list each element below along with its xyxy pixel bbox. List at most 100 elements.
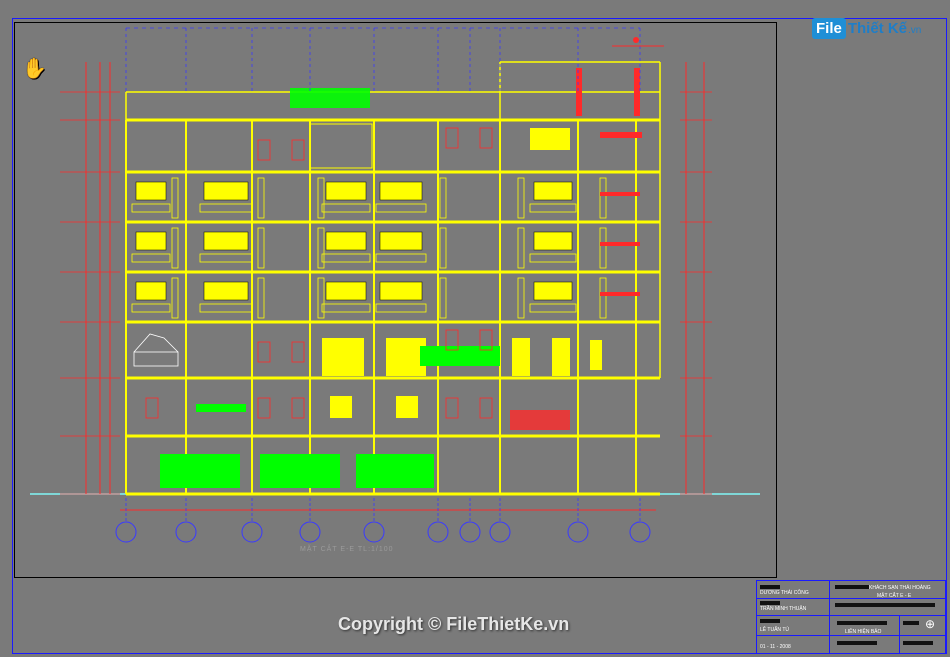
brand-logo: File Thiết Kế .vn [812,14,921,42]
furniture [321,203,371,213]
hatch-block [290,88,370,108]
room-panel [530,128,570,150]
window [291,341,305,363]
grid-bubble [299,521,321,543]
furniture [131,253,171,263]
room-panel [379,181,423,201]
hatch-block [260,454,340,488]
room-panel [396,396,418,418]
window [479,397,493,419]
door-frame [171,277,179,319]
room-panel [533,281,573,301]
room-panel [322,338,364,376]
hatch-block [356,454,434,488]
level-marker [633,37,639,43]
room-panel [379,231,423,251]
furniture [375,253,427,263]
window [257,397,271,419]
door-frame [439,177,447,219]
door-frame [171,177,179,219]
house-sketch [133,351,179,367]
copyright-watermark: Copyright © FileThietKe.vn [338,614,570,634]
beam-red [600,192,640,196]
door-frame [599,177,607,219]
column-red [576,68,582,116]
door-frame [439,277,447,319]
designer-1: DƯƠNG THÁI CÔNG [760,590,809,596]
furniture [199,203,253,213]
beam-red [600,242,640,246]
door-frame [439,227,447,269]
door-frame [599,277,607,319]
window [257,341,271,363]
grid-bubble [175,521,197,543]
room-panel [325,181,367,201]
furniture [199,303,253,313]
beam-red [600,132,642,138]
landscape-block [510,410,570,430]
room-panel [590,340,602,370]
room-panel [135,281,167,301]
sheet-title: MẶT CẮT E - E [877,593,912,599]
brand-suffix: .vn [908,25,922,36]
grid-bubble [629,521,651,543]
furniture [529,253,577,263]
grid-bubble [241,521,263,543]
door-frame [257,227,265,269]
room-panel [135,231,167,251]
stair-block [309,123,373,169]
room-panel [203,281,249,301]
room-panel [135,181,167,201]
designer-2: TRẦN MINH THUẬN [760,606,807,612]
room-panel [533,231,573,251]
beam-red [600,292,640,296]
door-frame [517,177,525,219]
owner: LIÊN HIỆN BẢO [845,629,882,635]
house-sketch [133,333,179,353]
room-panel [330,396,352,418]
window [291,139,305,161]
grid-bubble [489,521,511,543]
door-frame [257,177,265,219]
room-panel [379,281,423,301]
furniture [529,203,577,213]
brand-rest: Thiết Kế [847,19,908,37]
furniture [375,303,427,313]
hatch-block [196,404,246,412]
hatch-block [160,454,240,488]
title-block: DƯƠNG THÁI CÔNG TRẦN MINH THUẬN LÊ TUẤN … [756,580,946,654]
grid-bubble [115,521,137,543]
checker: LÊ TUẤN TÚ [760,627,789,633]
hatch-block [420,346,500,366]
window [445,397,459,419]
furniture [199,253,253,263]
furniture [321,253,371,263]
door-frame [171,227,179,269]
room-panel [533,181,573,201]
grid-bubble [427,521,449,543]
project-name: KHÁCH SẠN THÁI HOÀNG [869,585,931,591]
column-red [634,68,640,116]
furniture [375,203,427,213]
window [257,139,271,161]
section-drawing [30,27,760,543]
furniture [131,303,171,313]
door-frame [517,227,525,269]
furniture [529,303,577,313]
room-panel [325,231,367,251]
furniture [321,303,371,313]
window [479,127,493,149]
room-panel [203,181,249,201]
cad-canvas[interactable]: MẶT CẮT E-E TL:1/100 ✋ File Thiết Kế .vn… [0,0,950,657]
room-panel [512,338,530,376]
room-panel [203,231,249,251]
window [445,127,459,149]
grid-bubble [459,521,481,543]
door-frame [599,227,607,269]
grid-bubble [567,521,589,543]
section-caption: MẶT CẮT E-E TL:1/100 [300,546,394,553]
door-frame [257,277,265,319]
room-panel [552,338,570,376]
grid-bubble [363,521,385,543]
door-frame [517,277,525,319]
